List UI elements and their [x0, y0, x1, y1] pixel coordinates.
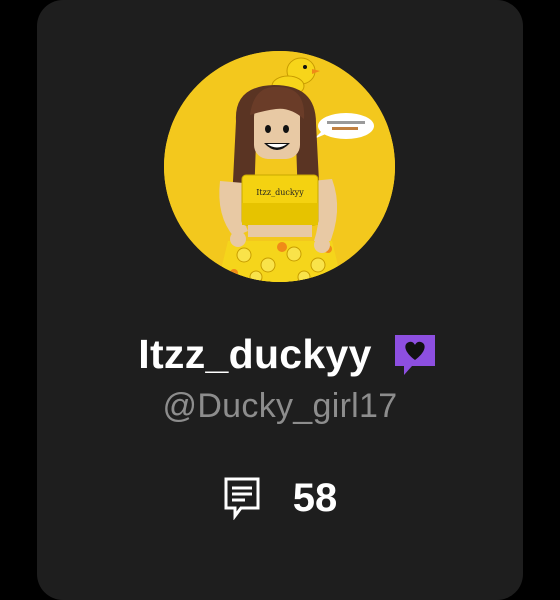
avatar-image: Itzz_duckyy [164, 51, 395, 282]
heart-chat-badge-icon [394, 335, 435, 375]
display-name: Itzz_duckyy [138, 331, 372, 377]
comment-count: 58 [292, 476, 338, 520]
name-row: Itzz_duckyy [0, 324, 560, 384]
comment-stats[interactable]: 58 [0, 470, 560, 526]
user-handle[interactable]: @Ducky_girl17 [0, 382, 560, 430]
avatar[interactable]: Itzz_duckyy [164, 51, 395, 282]
comment-icon [224, 477, 260, 520]
avatar-shirt-text: Itzz_duckyy [256, 188, 304, 197]
